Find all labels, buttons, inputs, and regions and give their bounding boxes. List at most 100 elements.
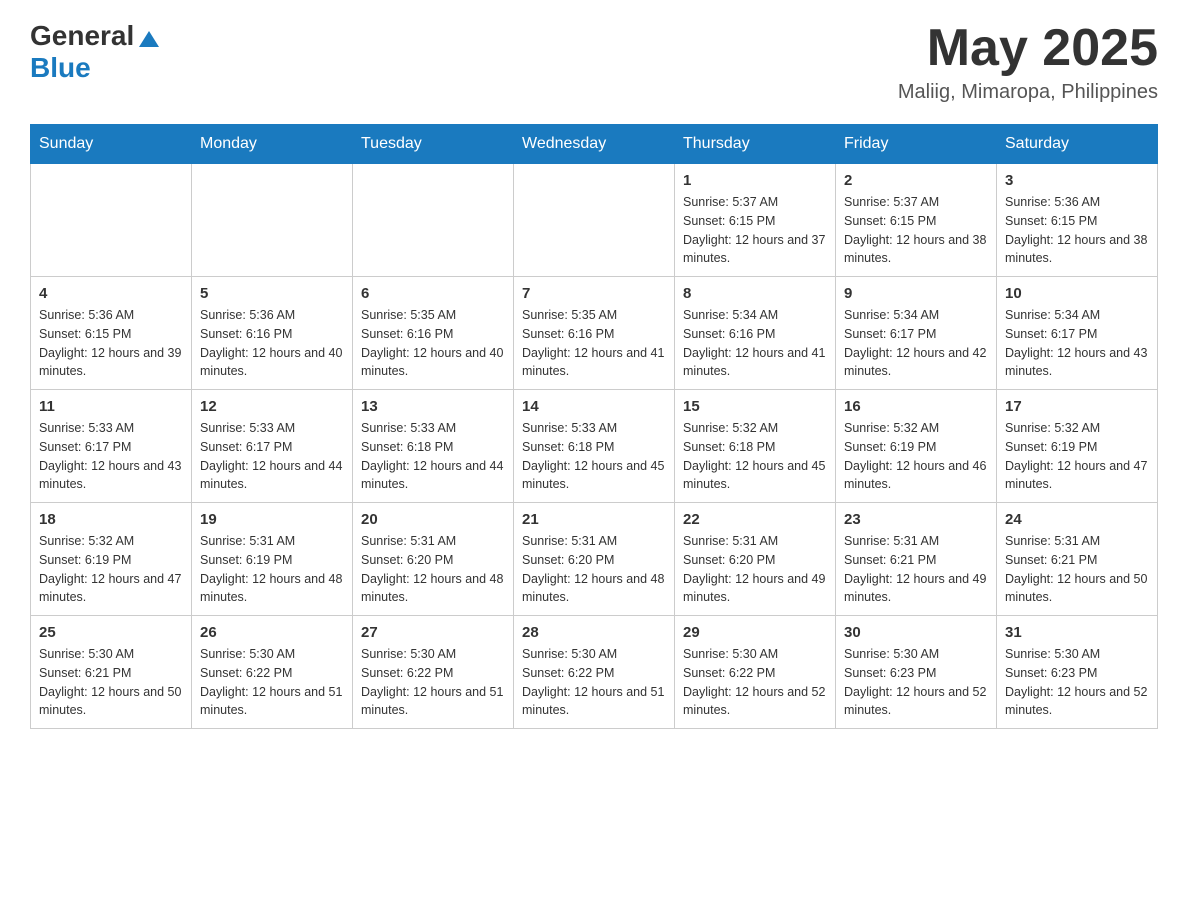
calendar-cell: 9Sunrise: 5:34 AMSunset: 6:17 PMDaylight… bbox=[836, 277, 997, 390]
day-number: 14 bbox=[522, 398, 666, 415]
calendar-cell: 20 Sunrise: 5:31 AMSunset: 6:20 PMDayligh… bbox=[353, 503, 514, 616]
day-number: 17 bbox=[1005, 398, 1149, 415]
day-info: Sunrise: 5:31 AMSunset: 6:20 PMDaylight:… bbox=[361, 532, 505, 607]
day-number: 30 bbox=[844, 624, 988, 641]
day-info: Sunrise: 5:31 AMSunset: 6:20 PMDaylight:… bbox=[522, 532, 666, 607]
month-title: May 2025 bbox=[898, 20, 1158, 77]
day-info: Sunrise: 5:36 AMSunset: 6:15 PMDaylight:… bbox=[39, 306, 183, 381]
day-number: 13 bbox=[361, 398, 505, 415]
calendar-header-tuesday: Tuesday bbox=[353, 125, 514, 164]
day-number: 4 bbox=[39, 285, 183, 302]
day-info: Sunrise: 5:35 AMSunset: 6:16 PMDaylight:… bbox=[522, 306, 666, 381]
day-number: 20 bbox=[361, 511, 505, 528]
day-number: 19 bbox=[200, 511, 344, 528]
day-number: 11 bbox=[39, 398, 183, 415]
calendar-cell: 26Sunrise: 5:30 AMSunset: 6:22 PMDayligh… bbox=[192, 616, 353, 729]
day-info: Sunrise: 5:32 AMSunset: 6:19 PMDaylight:… bbox=[39, 532, 183, 607]
day-info: Sunrise: 5:33 AMSunset: 6:17 PMDaylight:… bbox=[200, 419, 344, 494]
logo-top: General bbox=[30, 20, 159, 52]
day-info: Sunrise: 5:30 AMSunset: 6:23 PMDaylight:… bbox=[844, 645, 988, 720]
day-info: Sunrise: 5:31 AMSunset: 6:19 PMDaylight:… bbox=[200, 532, 344, 607]
calendar-cell: 23 Sunrise: 5:31 AMSunset: 6:21 PMDayligh… bbox=[836, 503, 997, 616]
calendar-cell: 7 Sunrise: 5:35 AMSunset: 6:16 PMDaylight… bbox=[514, 277, 675, 390]
calendar-cell: 22 Sunrise: 5:31 AMSunset: 6:20 PMDayligh… bbox=[675, 503, 836, 616]
calendar-cell: 30 Sunrise: 5:30 AMSunset: 6:23 PMDayligh… bbox=[836, 616, 997, 729]
calendar-cell: 2 Sunrise: 5:37 AMSunset: 6:15 PMDaylight… bbox=[836, 164, 997, 277]
calendar-cell bbox=[192, 164, 353, 277]
day-info: Sunrise: 5:33 AMSunset: 6:17 PMDaylight:… bbox=[39, 419, 183, 494]
day-number: 5 bbox=[200, 285, 344, 302]
day-info: Sunrise: 5:30 AMSunset: 6:22 PMDaylight:… bbox=[361, 645, 505, 720]
calendar-cell: 29 Sunrise: 5:30 AMSunset: 6:22 PMDayligh… bbox=[675, 616, 836, 729]
calendar-cell: 28 Sunrise: 5:30 AMSunset: 6:22 PMDayligh… bbox=[514, 616, 675, 729]
day-info: Sunrise: 5:36 AMSunset: 6:16 PMDaylight:… bbox=[200, 306, 344, 381]
day-number: 23 bbox=[844, 511, 988, 528]
day-number: 26 bbox=[200, 624, 344, 641]
calendar-week-row: 4 Sunrise: 5:36 AMSunset: 6:15 PMDaylight… bbox=[31, 277, 1158, 390]
day-number: 22 bbox=[683, 511, 827, 528]
day-info: Sunrise: 5:34 AMSunset: 6:17 PMDaylight:… bbox=[1005, 306, 1149, 381]
calendar-cell: 31 Sunrise: 5:30 AMSunset: 6:23 PMDayligh… bbox=[997, 616, 1158, 729]
calendar-header-monday: Monday bbox=[192, 125, 353, 164]
calendar-cell bbox=[514, 164, 675, 277]
calendar-cell: 17 Sunrise: 5:32 AMSunset: 6:19 PMDayligh… bbox=[997, 390, 1158, 503]
day-number: 3 bbox=[1005, 172, 1149, 189]
day-info: Sunrise: 5:30 AMSunset: 6:21 PMDaylight:… bbox=[39, 645, 183, 720]
calendar-cell: 16Sunrise: 5:32 AMSunset: 6:19 PMDayligh… bbox=[836, 390, 997, 503]
day-info: Sunrise: 5:32 AMSunset: 6:19 PMDaylight:… bbox=[1005, 419, 1149, 494]
day-info: Sunrise: 5:30 AMSunset: 6:22 PMDaylight:… bbox=[683, 645, 827, 720]
day-number: 25 bbox=[39, 624, 183, 641]
calendar-header-thursday: Thursday bbox=[675, 125, 836, 164]
calendar-week-row: 18 Sunrise: 5:32 AMSunset: 6:19 PMDayligh… bbox=[31, 503, 1158, 616]
calendar-header-sunday: Sunday bbox=[31, 125, 192, 164]
day-info: Sunrise: 5:30 AMSunset: 6:22 PMDaylight:… bbox=[522, 645, 666, 720]
calendar-cell: 3 Sunrise: 5:36 AMSunset: 6:15 PMDaylight… bbox=[997, 164, 1158, 277]
day-info: Sunrise: 5:35 AMSunset: 6:16 PMDaylight:… bbox=[361, 306, 505, 381]
logo-triangle-icon bbox=[139, 31, 159, 47]
calendar-cell: 12 Sunrise: 5:33 AMSunset: 6:17 PMDayligh… bbox=[192, 390, 353, 503]
day-number: 27 bbox=[361, 624, 505, 641]
calendar-cell: 10 Sunrise: 5:34 AMSunset: 6:17 PMDayligh… bbox=[997, 277, 1158, 390]
calendar-cell: 8Sunrise: 5:34 AMSunset: 6:16 PMDaylight… bbox=[675, 277, 836, 390]
day-info: Sunrise: 5:30 AMSunset: 6:23 PMDaylight:… bbox=[1005, 645, 1149, 720]
day-info: Sunrise: 5:31 AMSunset: 6:20 PMDaylight:… bbox=[683, 532, 827, 607]
calendar-cell: 13Sunrise: 5:33 AMSunset: 6:18 PMDayligh… bbox=[353, 390, 514, 503]
day-info: Sunrise: 5:37 AMSunset: 6:15 PMDaylight:… bbox=[844, 193, 988, 268]
day-number: 29 bbox=[683, 624, 827, 641]
calendar-header-wednesday: Wednesday bbox=[514, 125, 675, 164]
day-info: Sunrise: 5:31 AMSunset: 6:21 PMDaylight:… bbox=[844, 532, 988, 607]
day-number: 12 bbox=[200, 398, 344, 415]
location-title: Maliig, Mimaropa, Philippines bbox=[898, 81, 1158, 104]
calendar-cell: 21Sunrise: 5:31 AMSunset: 6:20 PMDayligh… bbox=[514, 503, 675, 616]
logo-blue-text: Blue bbox=[30, 52, 91, 84]
calendar-cell: 11 Sunrise: 5:33 AMSunset: 6:17 PMDayligh… bbox=[31, 390, 192, 503]
day-number: 7 bbox=[522, 285, 666, 302]
day-number: 28 bbox=[522, 624, 666, 641]
calendar-cell: 5 Sunrise: 5:36 AMSunset: 6:16 PMDaylight… bbox=[192, 277, 353, 390]
calendar-header-saturday: Saturday bbox=[997, 125, 1158, 164]
day-number: 31 bbox=[1005, 624, 1149, 641]
calendar-cell bbox=[353, 164, 514, 277]
calendar-table: SundayMondayTuesdayWednesdayThursdayFrid… bbox=[30, 124, 1158, 729]
day-number: 8 bbox=[683, 285, 827, 302]
day-info: Sunrise: 5:31 AMSunset: 6:21 PMDaylight:… bbox=[1005, 532, 1149, 607]
calendar-week-row: 11 Sunrise: 5:33 AMSunset: 6:17 PMDayligh… bbox=[31, 390, 1158, 503]
day-number: 6 bbox=[361, 285, 505, 302]
calendar-cell: 24 Sunrise: 5:31 AMSunset: 6:21 PMDayligh… bbox=[997, 503, 1158, 616]
logo: General Blue bbox=[30, 20, 159, 84]
calendar-cell bbox=[31, 164, 192, 277]
calendar-week-row: 1Sunrise: 5:37 AMSunset: 6:15 PMDaylight… bbox=[31, 164, 1158, 277]
calendar-cell: 25 Sunrise: 5:30 AMSunset: 6:21 PMDayligh… bbox=[31, 616, 192, 729]
day-number: 10 bbox=[1005, 285, 1149, 302]
day-number: 24 bbox=[1005, 511, 1149, 528]
calendar-cell: 27 Sunrise: 5:30 AMSunset: 6:22 PMDayligh… bbox=[353, 616, 514, 729]
day-number: 2 bbox=[844, 172, 988, 189]
calendar-cell: 15Sunrise: 5:32 AMSunset: 6:18 PMDayligh… bbox=[675, 390, 836, 503]
day-info: Sunrise: 5:36 AMSunset: 6:15 PMDaylight:… bbox=[1005, 193, 1149, 268]
day-number: 18 bbox=[39, 511, 183, 528]
calendar-cell: 1Sunrise: 5:37 AMSunset: 6:15 PMDaylight… bbox=[675, 164, 836, 277]
day-info: Sunrise: 5:32 AMSunset: 6:19 PMDaylight:… bbox=[844, 419, 988, 494]
calendar-cell: 18 Sunrise: 5:32 AMSunset: 6:19 PMDayligh… bbox=[31, 503, 192, 616]
calendar-cell: 19 Sunrise: 5:31 AMSunset: 6:19 PMDayligh… bbox=[192, 503, 353, 616]
day-info: Sunrise: 5:33 AMSunset: 6:18 PMDaylight:… bbox=[522, 419, 666, 494]
